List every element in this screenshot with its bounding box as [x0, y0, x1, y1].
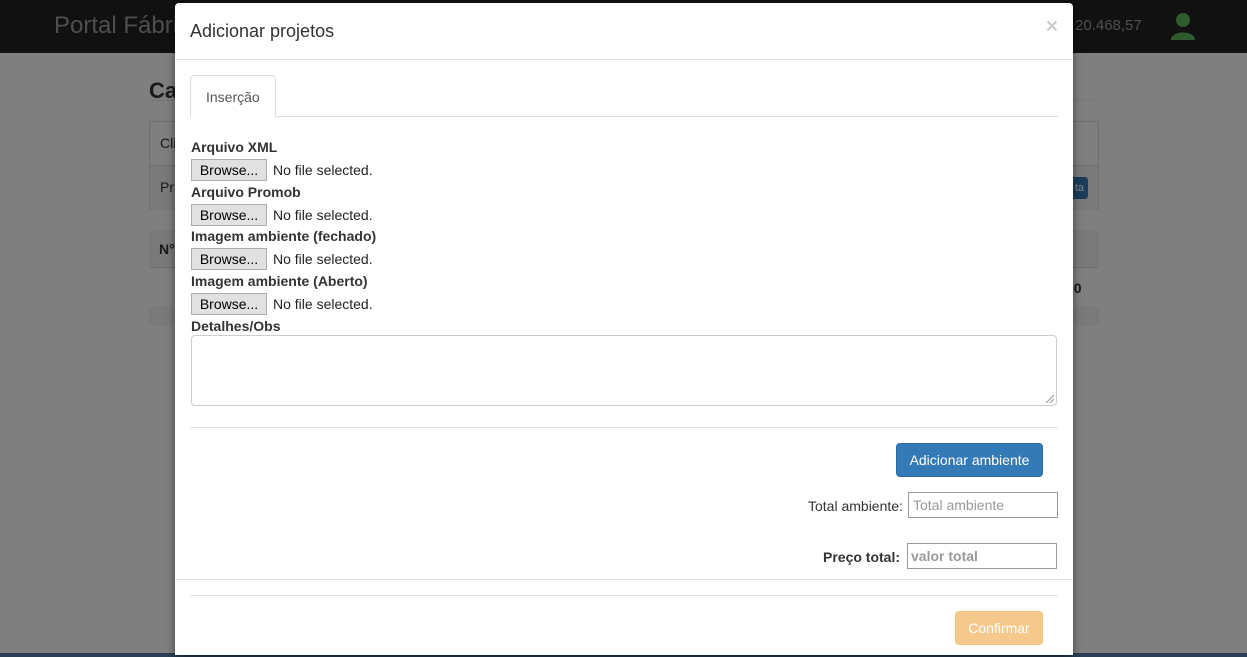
- closed-image-browse-button[interactable]: Browse...: [191, 248, 267, 270]
- promob-file-label: Arquivo Promob: [191, 184, 301, 200]
- open-image-browse-button[interactable]: Browse...: [191, 293, 267, 315]
- xml-file-status: No file selected.: [273, 162, 373, 178]
- xml-browse-button[interactable]: Browse...: [191, 159, 267, 181]
- promob-browse-button[interactable]: Browse...: [191, 204, 267, 226]
- divider: [190, 427, 1058, 428]
- tab-insercao[interactable]: Inserção: [190, 75, 276, 117]
- total-environment-input[interactable]: [908, 492, 1058, 518]
- modal-header: Adicionar projetos ×: [175, 3, 1073, 60]
- divider: [190, 595, 1058, 596]
- closed-image-status: No file selected.: [273, 251, 373, 267]
- xml-file-label: Arquivo XML: [191, 139, 278, 155]
- open-image-label: Imagem ambiente (Aberto): [191, 273, 368, 289]
- total-price-label: Preço total:: [823, 549, 901, 565]
- total-environment-label: Total ambiente:: [808, 498, 903, 514]
- total-price-input[interactable]: [907, 543, 1057, 569]
- resize-grip-icon[interactable]: [1046, 395, 1054, 403]
- modal-footer-divider: [175, 579, 1073, 580]
- details-textarea[interactable]: [191, 335, 1057, 406]
- closed-image-label: Imagem ambiente (fechado): [191, 228, 377, 244]
- add-projects-modal: Adicionar projetos × Inserção Arquivo XM…: [175, 3, 1073, 655]
- tab-bar: Inserção: [190, 75, 1058, 117]
- open-image-status: No file selected.: [273, 296, 373, 312]
- add-environment-button[interactable]: Adicionar ambiente: [896, 443, 1043, 477]
- modal-title: Adicionar projetos: [190, 21, 335, 41]
- close-icon[interactable]: ×: [1046, 15, 1058, 39]
- promob-file-status: No file selected.: [273, 207, 373, 223]
- details-label: Detalhes/Obs: [191, 318, 281, 334]
- confirm-button[interactable]: Confirmar: [955, 611, 1043, 645]
